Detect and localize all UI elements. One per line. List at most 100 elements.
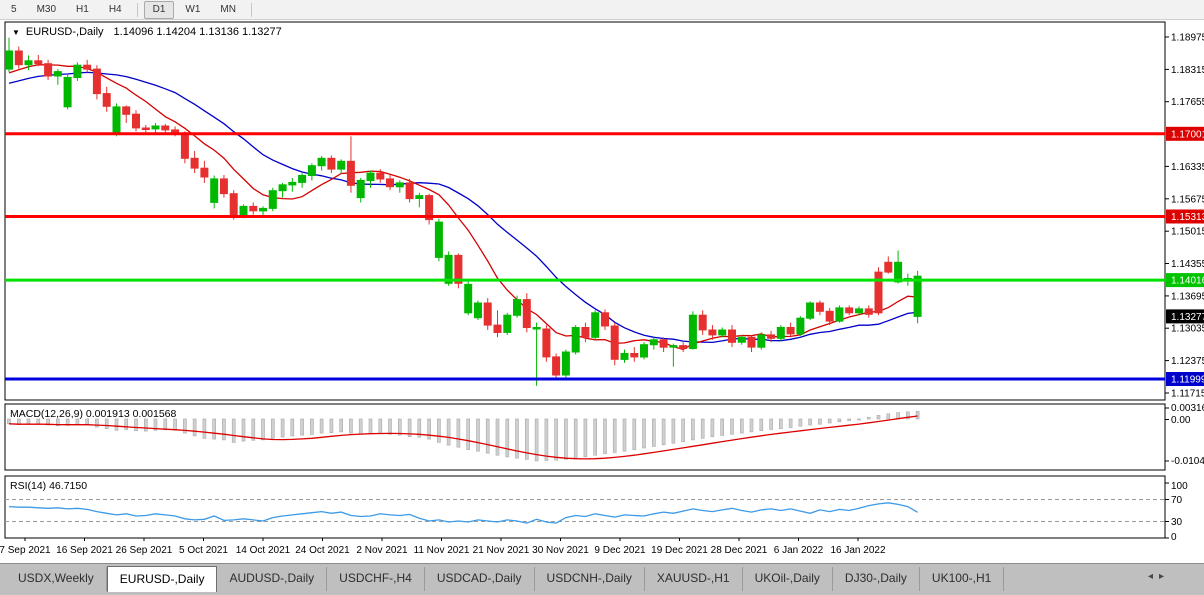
chart-canvas[interactable]: 1.189751.183151.176551.163351.156751.150… <box>0 0 1204 563</box>
candle-body <box>211 179 218 203</box>
macd-indicator-label: MACD(12,26,9) 0.001913 0.001568 <box>10 408 176 420</box>
price-badge-label: 1.15313 <box>1171 212 1204 223</box>
candle-body <box>641 345 648 357</box>
chart-title: ▼EURUSD-,Daily1.14096 1.14204 1.13136 1.… <box>12 26 282 38</box>
main-price-panel[interactable] <box>5 22 1165 400</box>
chart-ohlc-values: 1.14096 1.14204 1.13136 1.13277 <box>114 26 282 38</box>
candle-body <box>797 318 804 334</box>
candle-body <box>93 69 100 94</box>
macd-histogram-bar <box>867 417 870 419</box>
candle-body <box>758 335 765 347</box>
price-tick-label: 1.15675 <box>1171 194 1204 205</box>
macd-histogram-bar <box>789 419 792 428</box>
chart-tab-usdx-weekly[interactable]: USDX,Weekly <box>6 567 107 591</box>
price-tick-label: 1.17655 <box>1171 97 1204 108</box>
candle-body <box>631 354 638 357</box>
candle-body <box>729 330 736 342</box>
chart-tab-xauusd-h1[interactable]: XAUUSD-,H1 <box>645 567 743 591</box>
price-tick-label: 1.13035 <box>1171 324 1204 335</box>
date-label: 7 Sep 2021 <box>0 545 51 556</box>
macd-histogram-bar <box>731 419 734 434</box>
candle-body <box>25 61 32 65</box>
candle-body <box>308 166 315 176</box>
date-label: 26 Sep 2021 <box>116 545 173 556</box>
macd-histogram-bar <box>662 419 665 445</box>
macd-histogram-bar <box>340 419 343 432</box>
candle-body <box>181 134 188 159</box>
rsi-scale-label: 30 <box>1171 517 1183 528</box>
date-label: 9 Dec 2021 <box>594 545 646 556</box>
candle-body <box>318 158 325 165</box>
macd-histogram-bar <box>310 419 313 434</box>
macd-histogram-bar <box>477 419 480 451</box>
macd-histogram-bar <box>877 415 880 419</box>
price-tick-label: 1.11715 <box>1171 389 1204 400</box>
candle-body <box>856 309 863 313</box>
macd-histogram-bar <box>672 419 675 443</box>
candle-body <box>494 325 501 332</box>
candle-body <box>45 64 52 76</box>
candle-body <box>514 300 521 316</box>
candle-body <box>621 354 628 360</box>
candle-body <box>465 284 472 312</box>
candle-body <box>562 352 569 375</box>
macd-scale-zero: 0.00 <box>1171 415 1191 426</box>
candle-body <box>680 346 687 349</box>
macd-scale-bottom: -0.01043 <box>1171 456 1204 467</box>
macd-histogram-bar <box>95 419 98 427</box>
candle-body <box>347 161 354 185</box>
chart-tab-audusd-daily[interactable]: AUDUSD-,Daily <box>217 567 327 591</box>
chart-tab-usdcnh-daily[interactable]: USDCNH-,Daily <box>535 567 645 591</box>
rsi-panel[interactable] <box>5 476 1165 538</box>
candle-body <box>748 337 755 347</box>
chart-tab-eurusd-daily[interactable]: EURUSD-,Daily <box>107 566 218 592</box>
macd-histogram-bar <box>828 419 831 423</box>
macd-histogram-bar <box>359 419 362 434</box>
chart-tab-usdchf-h4[interactable]: USDCHF-,H4 <box>327 567 425 591</box>
macd-histogram-bar <box>164 419 167 430</box>
candle-body <box>230 194 237 215</box>
candle-body <box>592 313 599 338</box>
macd-histogram-bar <box>320 419 323 433</box>
candle-body <box>240 206 247 214</box>
price-tick-label: 1.16335 <box>1171 162 1204 173</box>
candle-body <box>738 337 745 342</box>
candle-body <box>650 340 657 345</box>
candle-body <box>777 328 784 339</box>
macd-histogram-bar <box>760 419 763 431</box>
macd-histogram-bar <box>349 419 352 433</box>
symbol-dropdown-icon[interactable]: ▼ <box>12 28 20 37</box>
macd-histogram-bar <box>506 419 509 457</box>
macd-histogram-bar <box>174 419 177 430</box>
chart-tab-usdcad-daily[interactable]: USDCAD-,Daily <box>425 567 535 591</box>
macd-histogram-bar <box>574 419 577 458</box>
macd-histogram-bar <box>564 419 567 459</box>
macd-histogram-bar <box>213 419 216 439</box>
candle-body <box>220 179 227 194</box>
candle-body <box>885 262 892 272</box>
candle-body <box>162 126 169 130</box>
macd-histogram-bar <box>555 419 558 460</box>
macd-scale-top: 0.0031650 <box>1171 403 1204 414</box>
candle-body <box>279 185 286 191</box>
macd-histogram-bar <box>457 419 460 447</box>
chart-tab-uk100-h1[interactable]: UK100-,H1 <box>920 567 1004 591</box>
macd-histogram-bar <box>330 419 333 433</box>
chart-tab-bar: USDX,WeeklyEURUSD-,DailyAUDUSD-,DailyUSD… <box>0 563 1204 595</box>
macd-histogram-bar <box>809 419 812 425</box>
tab-scroll-arrows[interactable]: ◂▸ <box>1148 571 1170 582</box>
price-tick-label: 1.15015 <box>1171 227 1204 238</box>
candle-body <box>484 303 491 325</box>
macd-histogram-bar <box>858 419 861 420</box>
date-label: 6 Jan 2022 <box>774 545 824 556</box>
rsi-scale-label: 100 <box>1171 481 1188 492</box>
price-tick-label: 1.12375 <box>1171 356 1204 367</box>
candle-body <box>35 61 42 64</box>
tab-scroll-left-icon[interactable]: ◂ <box>1148 571 1159 582</box>
candle-body <box>64 77 71 106</box>
tab-scroll-right-icon[interactable]: ▸ <box>1159 571 1170 582</box>
chart-tab-ukoil-daily[interactable]: UKOil-,Daily <box>743 567 833 591</box>
chart-tab-dj30-daily[interactable]: DJ30-,Daily <box>833 567 920 591</box>
macd-histogram-bar <box>105 419 108 429</box>
macd-histogram-bar <box>203 419 206 438</box>
